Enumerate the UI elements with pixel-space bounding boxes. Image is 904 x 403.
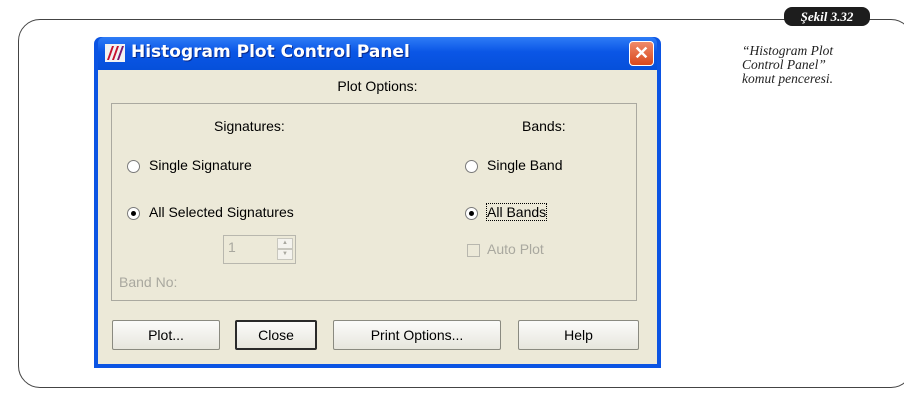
options-group: Signatures: Single Signature All Selecte… [111, 103, 637, 301]
help-button[interactable]: Help [518, 320, 639, 350]
title-bar[interactable]: Histogram Plot Control Panel ✕ [98, 37, 657, 70]
single-band-radio[interactable] [465, 160, 478, 173]
single-signature-radio[interactable] [127, 160, 140, 173]
caption-line: Control Panel” [742, 57, 826, 72]
print-options-button[interactable]: Print Options... [333, 320, 501, 350]
close-button[interactable]: Close [235, 320, 317, 350]
auto-plot-label[interactable]: Auto Plot [487, 241, 544, 257]
figure-caption: “Histogram Plot Control Panel” komut pen… [742, 44, 892, 86]
signatures-heading: Signatures: [214, 118, 285, 134]
plot-options-heading: Plot Options: [337, 78, 418, 94]
plot-button[interactable]: Plot... [112, 320, 220, 350]
spin-down-icon[interactable]: ▼ [277, 249, 293, 260]
all-selected-signatures-label[interactable]: All Selected Signatures [149, 204, 294, 220]
figure-label: Şekil 3.32 [784, 7, 870, 26]
spinner-buttons: ▲ ▼ [277, 238, 293, 261]
caption-line: “Histogram Plot [742, 43, 834, 58]
single-signature-label[interactable]: Single Signature [149, 157, 252, 173]
histogram-app-icon [105, 44, 125, 62]
all-bands-radio[interactable] [465, 207, 478, 220]
close-window-button[interactable]: ✕ [629, 41, 654, 66]
window-title: Histogram Plot Control Panel [131, 42, 410, 62]
band-no-value: 1 [228, 239, 236, 255]
band-no-label: Band No: [119, 274, 178, 290]
all-selected-signatures-radio[interactable] [127, 207, 140, 220]
auto-plot-checkbox[interactable] [467, 244, 480, 257]
histogram-plot-window: Histogram Plot Control Panel ✕ Plot Opti… [94, 37, 661, 368]
band-no-spinner[interactable]: 1 ▲ ▼ [223, 235, 296, 264]
spin-up-icon[interactable]: ▲ [277, 238, 293, 249]
all-bands-label[interactable]: All Bands [485, 203, 548, 221]
window-client-area: Plot Options: Signatures: Single Signatu… [98, 70, 657, 364]
single-band-label[interactable]: Single Band [487, 157, 563, 173]
bands-heading: Bands: [522, 118, 566, 134]
caption-line: komut penceresi. [742, 71, 833, 86]
